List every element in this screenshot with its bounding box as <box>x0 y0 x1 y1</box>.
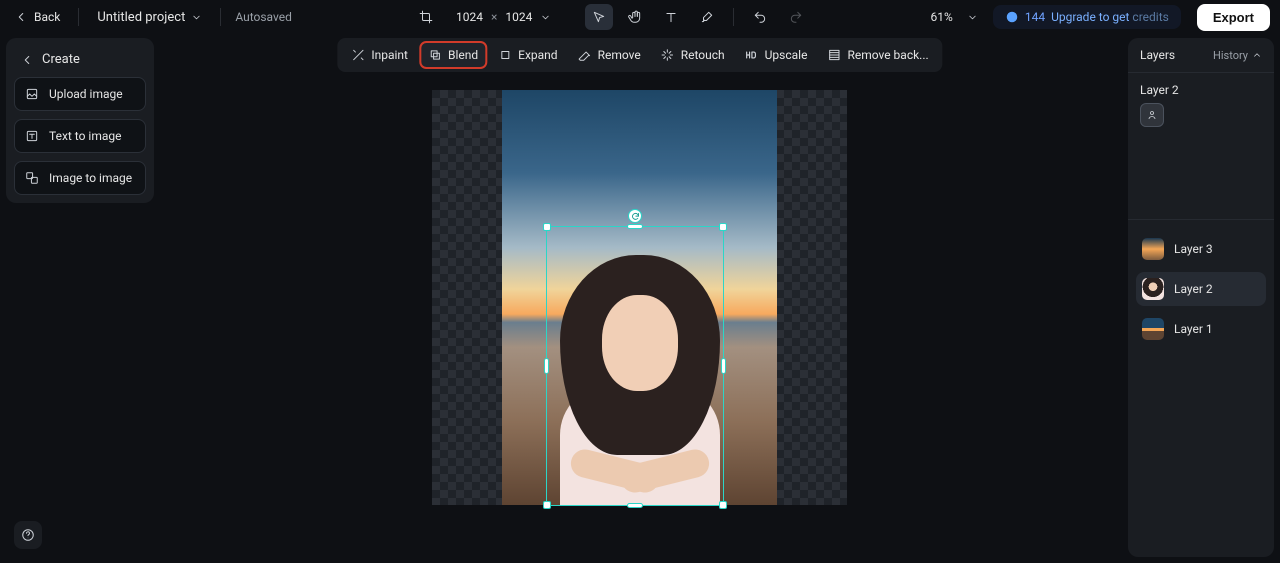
resize-handle-tl[interactable] <box>543 223 551 231</box>
select-tool-button[interactable] <box>585 4 613 30</box>
selection-box[interactable] <box>546 226 724 506</box>
inpaint-button[interactable]: Inpaint <box>343 42 416 68</box>
crop-icon <box>419 10 433 24</box>
resize-handle-b[interactable] <box>627 503 643 508</box>
project-name-dropdown[interactable]: Untitled project <box>89 4 210 31</box>
layer-item-1[interactable]: Layer 1 <box>1136 312 1266 346</box>
text-to-image-label: Text to image <box>49 129 122 143</box>
dim-width: 1024 <box>456 10 483 24</box>
remove-button[interactable]: Remove <box>570 42 649 68</box>
cursor-icon <box>592 10 606 24</box>
separator <box>78 8 79 26</box>
autosaved-status: Autosaved <box>231 10 292 24</box>
credit-icon <box>1005 10 1019 24</box>
chevron-down-icon <box>967 12 978 23</box>
layer-label: Layer 2 <box>1174 282 1213 296</box>
layer-label: Layer 3 <box>1174 242 1213 256</box>
history-toggle[interactable]: History <box>1213 49 1262 62</box>
credits-pill[interactable]: 144 Upgrade to get credits <box>993 5 1181 29</box>
back-label: Back <box>34 10 60 24</box>
hand-tool-button[interactable] <box>621 4 649 30</box>
dim-height: 1024 <box>505 10 532 24</box>
dim-sep: × <box>491 10 497 24</box>
layer-thumb <box>1142 318 1164 340</box>
layer-thumb <box>1142 278 1164 300</box>
blend-icon <box>428 48 442 62</box>
layer-item-2[interactable]: Layer 2 <box>1136 272 1266 306</box>
current-layer-label: Layer 2 <box>1128 73 1274 103</box>
zoom-dropdown[interactable] <box>959 4 987 30</box>
chevron-up-icon <box>1252 50 1262 60</box>
person-icon <box>1146 109 1158 121</box>
layer-item-3[interactable]: Layer 3 <box>1136 232 1266 266</box>
redo-button[interactable] <box>782 4 810 30</box>
image-to-image-button[interactable]: Image to image <box>14 161 146 195</box>
remove-background-button[interactable]: Remove back... <box>819 42 936 68</box>
create-panel: Create Upload image Text to image Image … <box>6 38 154 203</box>
rotate-handle[interactable] <box>628 209 642 223</box>
divider <box>1128 219 1274 220</box>
create-panel-title: Create <box>42 52 80 67</box>
back-button[interactable]: Back <box>6 4 68 30</box>
rotate-icon <box>631 212 640 221</box>
expand-icon <box>498 48 512 62</box>
hand-icon <box>628 10 642 24</box>
retouch-button[interactable]: Retouch <box>653 42 733 68</box>
resize-handle-t[interactable] <box>627 224 643 229</box>
arrow-left-icon[interactable] <box>20 53 34 67</box>
top-bar: Back Untitled project Autosaved 1024 × 1… <box>0 0 1280 34</box>
zoom-level: 61% <box>931 10 953 24</box>
upscale-button[interactable]: Upscale <box>737 42 816 68</box>
canvas-dimensions-dropdown[interactable]: 1024 × 1024 <box>448 6 559 28</box>
text-tool-button[interactable] <box>657 4 685 30</box>
expand-button[interactable]: Expand <box>490 42 565 68</box>
upload-image-label: Upload image <box>49 87 123 101</box>
separator <box>733 8 734 26</box>
eraser-icon <box>578 48 592 62</box>
resize-handle-bl[interactable] <box>543 501 551 509</box>
layer-thumb <box>1142 238 1164 260</box>
image-to-image-icon <box>25 171 39 185</box>
create-panel-header: Create <box>14 46 146 77</box>
image-icon <box>25 87 39 101</box>
credit-count: 144 <box>1025 10 1045 24</box>
undo-button[interactable] <box>746 4 774 30</box>
layers-panel: Layers History Layer 2 Layer 3 Layer 2 L… <box>1128 38 1274 557</box>
resize-handle-l[interactable] <box>544 358 549 374</box>
wand-icon <box>351 48 365 62</box>
project-name: Untitled project <box>97 10 185 25</box>
image-to-image-label: Image to image <box>49 171 132 185</box>
brush-icon <box>700 10 714 24</box>
layers-title: Layers <box>1140 48 1175 62</box>
text-image-icon <box>25 129 39 143</box>
sparkle-icon <box>661 48 675 62</box>
hd-icon <box>745 48 759 62</box>
undo-icon <box>753 10 767 24</box>
brush-tool-button[interactable] <box>693 4 721 30</box>
text-to-image-button[interactable]: Text to image <box>14 119 146 153</box>
resize-handle-r[interactable] <box>721 358 726 374</box>
upload-image-button[interactable]: Upload image <box>14 77 146 111</box>
crop-button[interactable] <box>412 4 440 30</box>
blend-button[interactable]: Blend <box>420 42 486 68</box>
redo-icon <box>789 10 803 24</box>
layer-list: Layer 3 Layer 2 Layer 1 <box>1128 224 1274 354</box>
help-button[interactable] <box>14 521 42 549</box>
current-layer-thumb[interactable] <box>1140 103 1164 127</box>
text-icon <box>664 10 678 24</box>
chevron-down-icon <box>540 12 551 23</box>
export-button[interactable]: Export <box>1197 4 1270 31</box>
edit-toolbar: Inpaint Blend Expand Remove Retouch Upsc… <box>337 38 942 72</box>
upgrade-link[interactable]: Upgrade to get credits <box>1051 10 1169 24</box>
chevron-down-icon <box>191 12 202 23</box>
resize-handle-br[interactable] <box>719 501 727 509</box>
help-icon <box>21 528 35 542</box>
resize-handle-tr[interactable] <box>719 223 727 231</box>
chevron-left-icon <box>14 10 28 24</box>
background-icon <box>827 48 841 62</box>
separator <box>220 8 221 26</box>
layer-label: Layer 1 <box>1174 322 1213 336</box>
